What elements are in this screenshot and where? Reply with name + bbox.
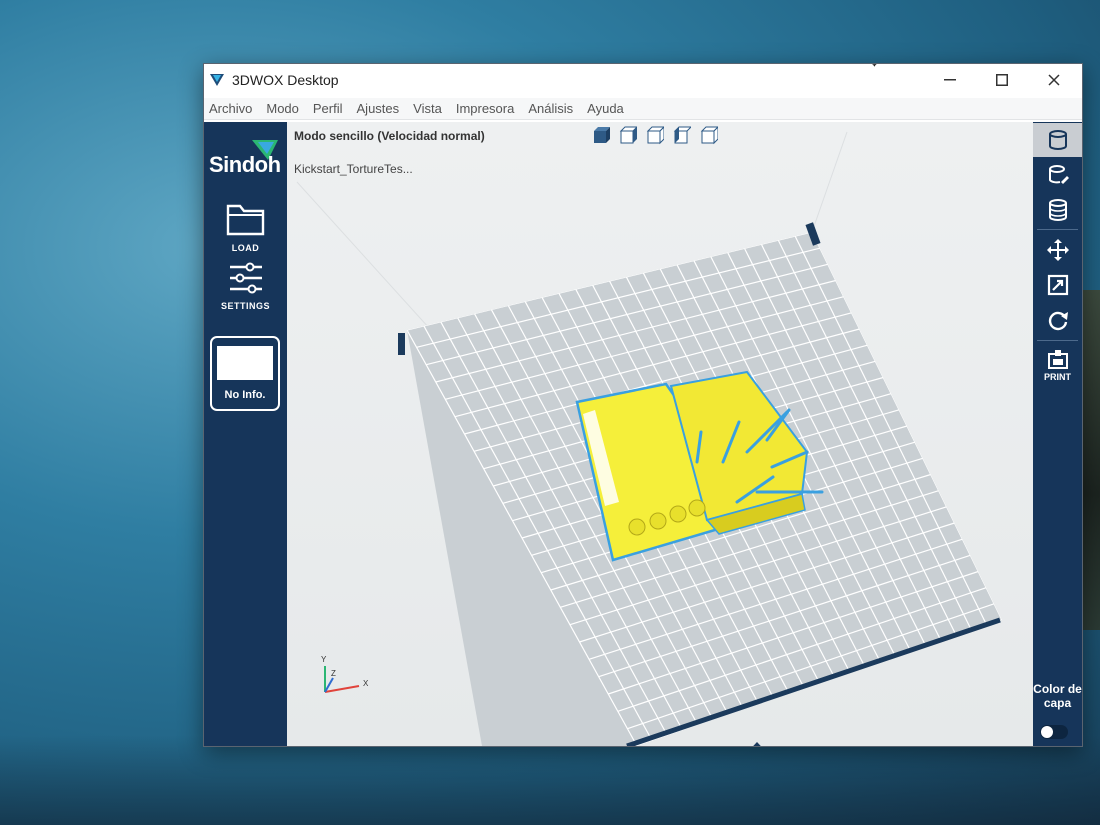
app-window: 3DWOX Desktop ↕ Archivo Modo Perfil Ajus…	[203, 63, 1083, 747]
print-button[interactable]	[1033, 344, 1082, 374]
menu-ajustes[interactable]: Ajustes	[356, 101, 401, 116]
view-top-cube-icon[interactable]	[644, 125, 664, 145]
scale-icon	[1047, 274, 1068, 296]
close-button[interactable]	[1028, 64, 1080, 96]
printer-info-card[interactable]: No Info.	[210, 336, 280, 411]
axis-indicator: Y X Z	[321, 655, 369, 693]
view-cube-toolbar	[590, 125, 718, 145]
settings-button[interactable]: SETTINGS	[204, 262, 287, 311]
menu-analisis[interactable]: Análisis	[527, 101, 574, 116]
color-de-capa-label: Color de capa	[1033, 682, 1082, 710]
cylinder-icon	[1048, 130, 1067, 150]
load-label: LOAD	[231, 243, 260, 253]
brand-logo: Sindoh	[209, 152, 281, 177]
build-plate-scene	[296, 131, 1002, 746]
minimize-button[interactable]	[924, 64, 976, 96]
load-folder-icon	[226, 204, 264, 236]
toolbar-separator	[1037, 229, 1078, 230]
app-logo-icon	[210, 74, 224, 86]
toggle-knob	[1041, 726, 1053, 738]
axis-y-label: Y	[321, 655, 327, 664]
maximize-button[interactable]	[976, 64, 1028, 96]
move-button[interactable]	[1033, 233, 1082, 267]
settings-label: SETTINGS	[220, 301, 270, 311]
left-sidebar: Sindoh LOAD SETTINGS No Info.	[204, 122, 287, 746]
print-label: PRINT	[1044, 372, 1071, 382]
view-front-cube-icon[interactable]	[590, 125, 610, 145]
mode-label: Modo sencillo (Velocidad normal)	[294, 129, 485, 143]
toolbar-separator	[1037, 340, 1078, 341]
layers-icon	[1048, 199, 1067, 221]
close-icon	[1048, 74, 1060, 86]
edit-model-button[interactable]	[1033, 158, 1082, 192]
axis-z-label: Z	[331, 669, 336, 678]
menu-vista[interactable]: Vista	[412, 101, 443, 116]
minimize-icon	[944, 79, 956, 81]
cylinder-edit-icon	[1048, 165, 1069, 184]
view-side-cube-icon[interactable]	[617, 125, 637, 145]
background-shade	[0, 735, 1100, 825]
view-left-cube-icon[interactable]	[671, 125, 691, 145]
menu-ayuda[interactable]: Ayuda	[586, 101, 625, 116]
3d-viewport[interactable]: Modo sencillo (Velocidad normal) Kicksta…	[287, 122, 1033, 746]
menu-bar: Archivo Modo Perfil Ajustes Vista Impres…	[204, 98, 1082, 120]
color-de-capa-toggle[interactable]	[1040, 725, 1068, 739]
menu-impresora[interactable]: Impresora	[455, 101, 516, 116]
axis-x-label: X	[363, 679, 369, 688]
menu-perfil[interactable]: Perfil	[312, 101, 344, 116]
settings-sliders-icon	[229, 262, 262, 294]
title-bar[interactable]: 3DWOX Desktop ↕	[204, 64, 1082, 96]
right-toolbar: PRINT Color de capa	[1033, 122, 1082, 746]
load-button[interactable]: LOAD	[204, 202, 287, 253]
loaded-file-label[interactable]: Kickstart_TortureTes...	[294, 162, 413, 176]
layers-button[interactable]	[1033, 193, 1082, 227]
bed-corner-marker	[398, 333, 405, 355]
maximize-icon	[996, 74, 1008, 86]
rotate-button[interactable]	[1033, 303, 1082, 337]
model-list-button[interactable]	[1033, 123, 1082, 157]
move-icon	[1046, 239, 1069, 261]
printer-thumbnail	[217, 346, 273, 380]
scale-button[interactable]	[1033, 268, 1082, 302]
printer-info-label: No Info.	[224, 389, 266, 401]
rotate-icon	[1048, 311, 1068, 331]
window-title: 3DWOX Desktop	[232, 72, 339, 88]
view-back-cube-icon[interactable]	[698, 125, 718, 145]
menu-modo[interactable]: Modo	[265, 101, 300, 116]
resize-cursor-icon: ↕	[870, 64, 879, 71]
menu-archivo[interactable]: Archivo	[208, 101, 253, 116]
print-icon	[1047, 350, 1068, 369]
